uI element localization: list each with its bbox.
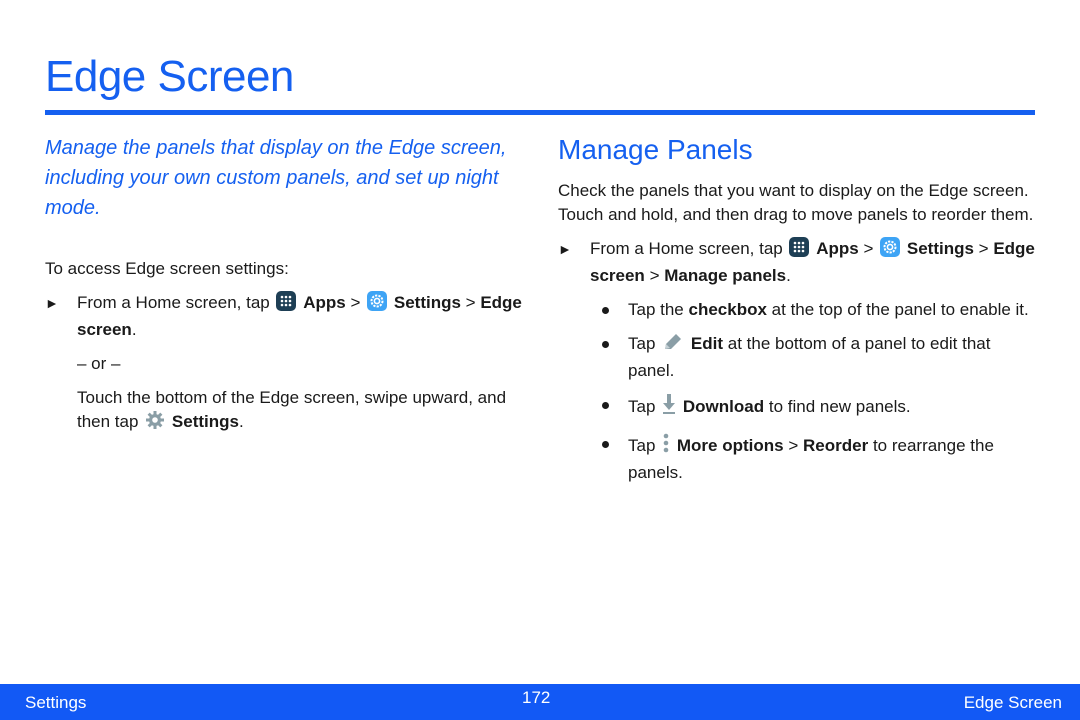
- apps-icon: [276, 291, 297, 318]
- options-list: Tap the checkbox at the top of the panel…: [558, 298, 1038, 485]
- arrow-bullet-icon: ►: [558, 241, 572, 257]
- title-rule: [45, 110, 1035, 115]
- left-column: Manage the panels that display on the Ed…: [45, 133, 525, 447]
- list-item-download: Tap Download to find new panels.: [558, 393, 1038, 422]
- page-number: 172: [522, 688, 551, 707]
- step-home-screen: ► From a Home screen, tap Apps > Setting…: [45, 291, 522, 339]
- footer-section: Edge Screen: [963, 693, 1062, 712]
- bullet-dot-icon: [602, 441, 609, 448]
- section-description: Check the panels that you want to displa…: [558, 181, 1034, 224]
- page-footer: Settings 172 Edge Screen: [0, 684, 1080, 720]
- step-manage-panels: ► From a Home screen, tap Apps > Setting…: [558, 237, 1035, 285]
- intro-text: Manage the panels that display on the Ed…: [45, 137, 507, 219]
- pencil-icon: [662, 332, 684, 359]
- right-column: Manage Panels Check the panels that you …: [558, 133, 1038, 495]
- or-separator: – or –: [77, 354, 121, 373]
- gear-icon: [145, 410, 165, 437]
- section-title: Manage Panels: [558, 134, 753, 165]
- bullet-dot-icon: [602, 402, 609, 409]
- step-swipe: Touch the bottom of the Edge screen, swi…: [45, 386, 525, 437]
- settings-app-icon: [367, 291, 388, 318]
- apps-icon: [789, 237, 810, 264]
- settings-app-icon: [880, 237, 901, 264]
- arrow-bullet-icon: ►: [45, 295, 59, 311]
- list-item-edit: Tap Edit at the bottom of a panel to edi…: [558, 332, 1038, 383]
- list-item-more-options: Tap More options > Reorder to rearrange …: [558, 432, 1038, 485]
- page-title: Edge Screen: [45, 52, 294, 101]
- access-label: To access Edge screen settings:: [45, 259, 289, 278]
- bullet-dot-icon: [602, 307, 609, 314]
- more-options-icon: [662, 432, 670, 461]
- download-icon: [662, 393, 676, 422]
- list-item-checkbox: Tap the checkbox at the top of the panel…: [558, 298, 1038, 322]
- footer-chapter: Settings: [25, 693, 87, 712]
- bullet-dot-icon: [602, 341, 609, 348]
